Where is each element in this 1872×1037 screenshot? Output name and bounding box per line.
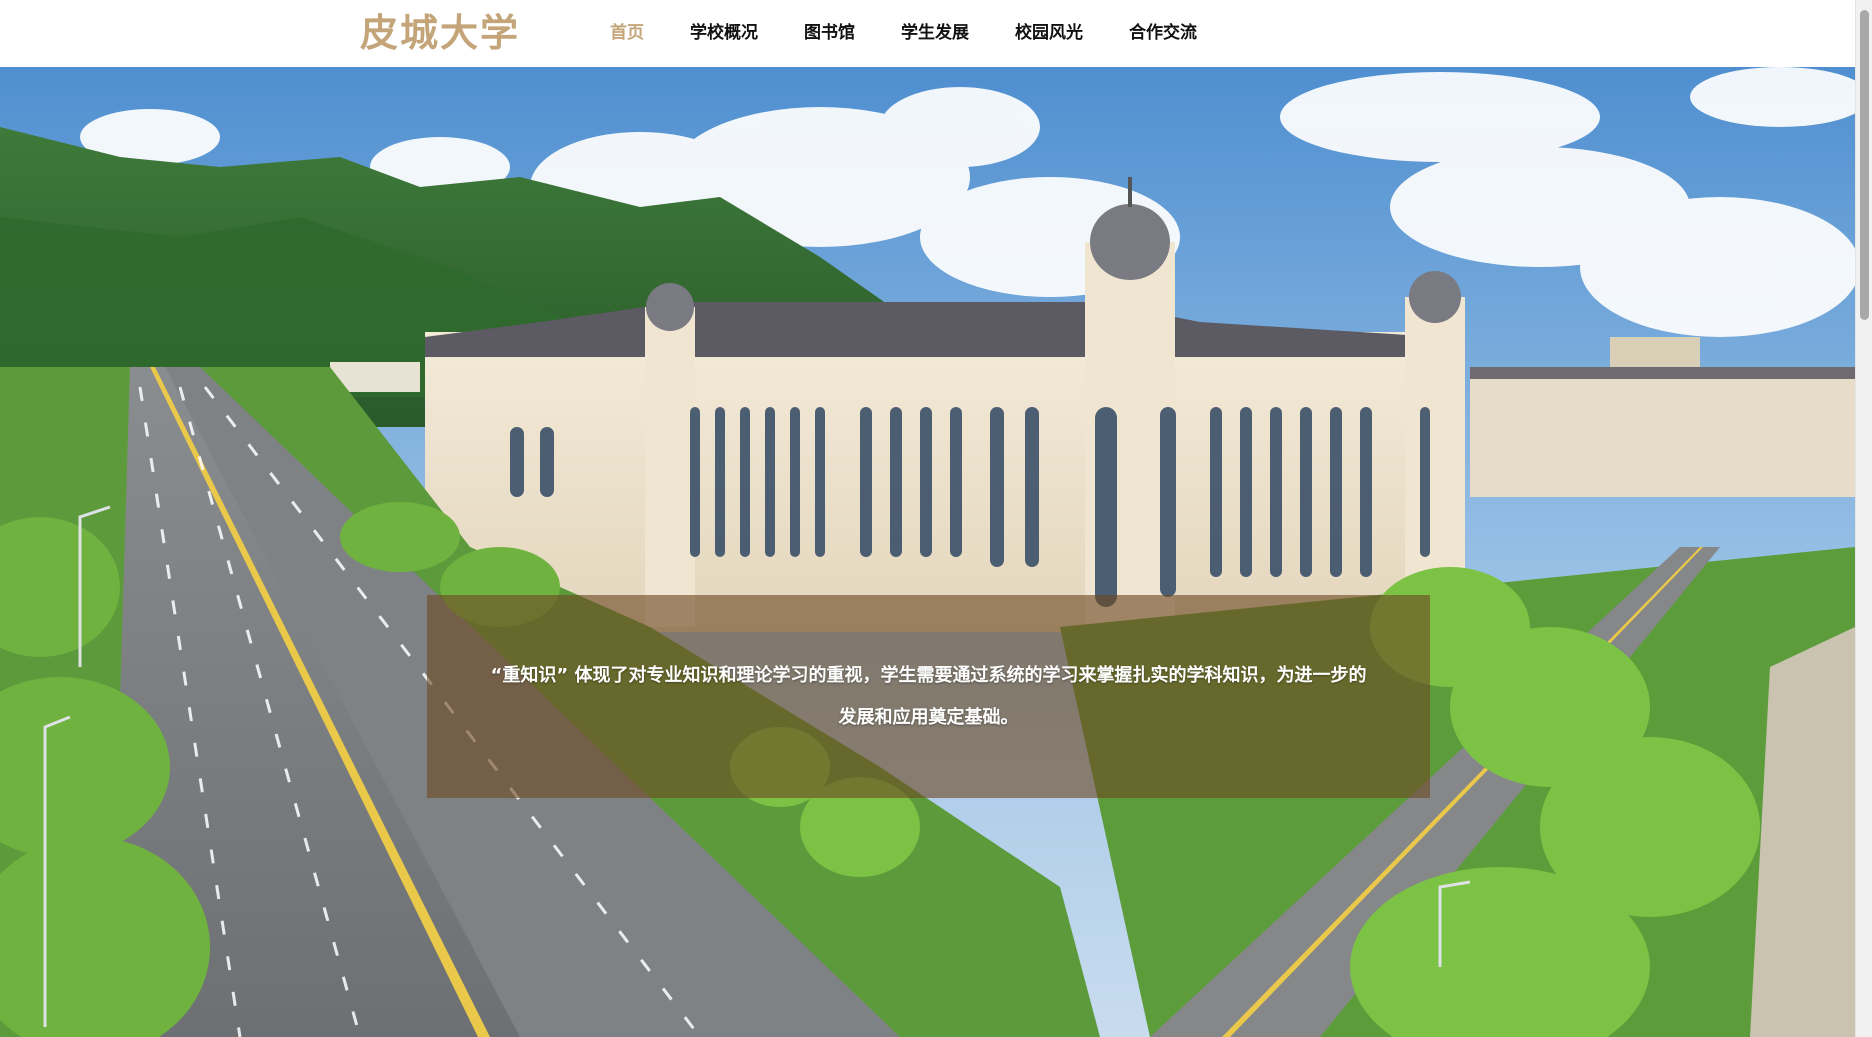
- hero-caption: “重知识” 体现了对专业知识和理论学习的重视，学生需要通过系统的学习来掌握扎实的…: [490, 664, 1367, 728]
- nav-item-cooperation[interactable]: 合作交流: [1129, 0, 1197, 67]
- main-nav: 首页 学校概况 图书馆 学生发展 校园风光 合作交流: [610, 0, 1243, 67]
- hero-caption-box: “重知识” 体现了对专业知识和理论学习的重视，学生需要通过系统的学习来掌握扎实的…: [427, 595, 1430, 798]
- nav-item-campus-scenery[interactable]: 校园风光: [1015, 0, 1083, 67]
- hero-banner: “重知识” 体现了对专业知识和理论学习的重视，学生需要通过系统的学习来掌握扎实的…: [0, 67, 1855, 1037]
- site-header: 皮城大学 首页 学校概况 图书馆 学生发展 校园风光 合作交流: [0, 0, 1855, 67]
- nav-item-overview[interactable]: 学校概况: [690, 0, 758, 67]
- page-scrollbar[interactable]: [1855, 0, 1872, 1037]
- nav-item-library[interactable]: 图书馆: [804, 0, 855, 67]
- site-logo[interactable]: 皮城大学: [360, 8, 520, 58]
- campus-photo: [0, 67, 1855, 1037]
- nav-item-home[interactable]: 首页: [610, 0, 644, 67]
- nav-item-student-development[interactable]: 学生发展: [901, 0, 969, 67]
- scrollbar-thumb[interactable]: [1860, 10, 1869, 320]
